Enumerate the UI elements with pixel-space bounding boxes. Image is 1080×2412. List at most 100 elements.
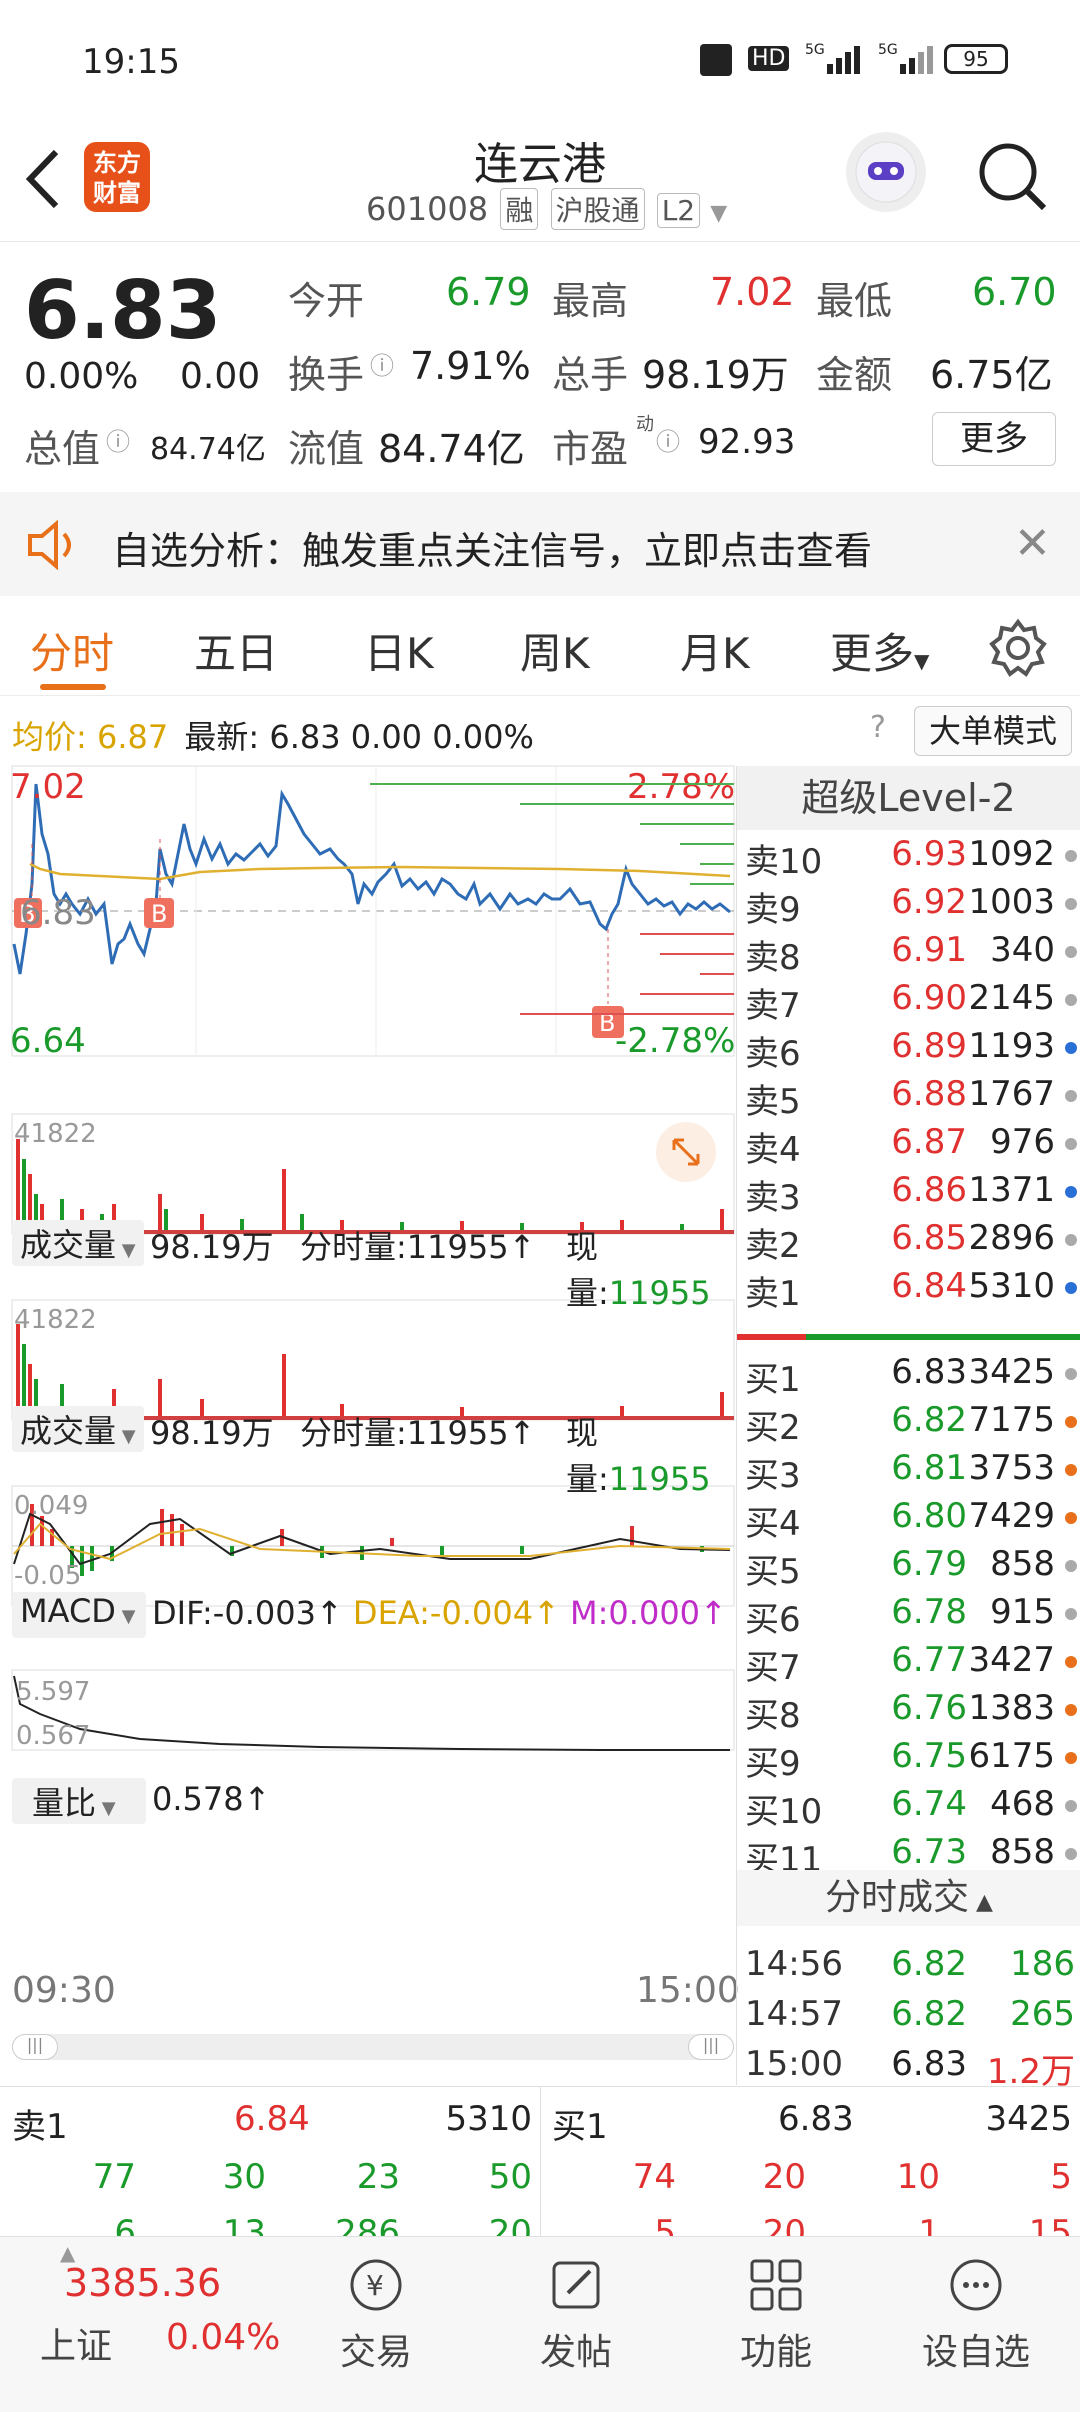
ob-dot-icon	[1065, 1042, 1077, 1054]
tab-intraday[interactable]: 分时	[30, 620, 114, 681]
ob-label: 卖6	[745, 1034, 801, 1074]
nfc-icon	[700, 44, 732, 76]
ob-volume: 1092	[968, 834, 1055, 874]
ob-label: 卖2	[745, 1226, 801, 1266]
ob-volume: 1767	[968, 1074, 1055, 1114]
info-icon[interactable]: ⓘ	[656, 422, 680, 457]
vol-select-2[interactable]: 成交量 ▼	[12, 1406, 144, 1452]
bt-cell: 5	[654, 2213, 676, 2237]
ob-volume: 7429	[968, 1496, 1055, 1536]
tab-more[interactable]: 更多▼	[830, 620, 929, 681]
bid-row[interactable]: 买2 6.82 7175	[737, 1400, 1080, 1448]
gear-icon[interactable]	[988, 618, 1048, 678]
more-button[interactable]: 更多	[932, 412, 1056, 466]
tab-weekly-k[interactable]: 周K	[520, 620, 590, 681]
bid-row[interactable]: 买9 6.75 6175	[737, 1736, 1080, 1784]
bid-row[interactable]: 买4 6.80 7429	[737, 1496, 1080, 1544]
ob-label: 买1	[745, 1360, 801, 1400]
tab-daily-k[interactable]: 日K	[364, 620, 434, 681]
ob-dot-icon	[1065, 898, 1077, 910]
scroll-handle-left[interactable]: |||	[12, 2034, 58, 2060]
xl-group-2: 现量:11955	[566, 1408, 736, 1500]
chevron-up-icon: ▲	[969, 1890, 993, 1915]
vol-frame	[11, 1113, 735, 1235]
info-icon[interactable]: ⓘ	[370, 346, 394, 381]
ob-volume: 6175	[968, 1736, 1055, 1776]
lb-top-label: 5.597	[16, 1677, 90, 1707]
battery-icon: 95	[944, 44, 1008, 74]
ask-row[interactable]: 卖1 6.84 5310	[737, 1266, 1080, 1314]
ob-label: 买4	[745, 1504, 801, 1544]
ask-row[interactable]: 卖9 6.92 1003	[737, 882, 1080, 930]
high-label: 最高	[552, 279, 629, 323]
macd-bars	[30, 1504, 704, 1576]
vol-select-1[interactable]: 成交量 ▼	[12, 1220, 144, 1266]
trades-header[interactable]: 分时成交 ▲	[737, 1870, 1080, 1926]
ob-volume: 2145	[968, 978, 1055, 1018]
ob-label: 卖9	[745, 890, 801, 930]
ask-row[interactable]: 卖8 6.91 340	[737, 930, 1080, 978]
ob-volume: 3427	[968, 1640, 1055, 1680]
ask-row[interactable]: 卖2 6.85 2896	[737, 1218, 1080, 1266]
help-icon[interactable]: ?	[870, 710, 886, 745]
bt-cell: 15	[1028, 2213, 1072, 2237]
bt-ask-label: 卖1	[12, 2107, 68, 2147]
ask-row[interactable]: 卖7 6.90 2145	[737, 978, 1080, 1026]
ob-volume: 858	[990, 1832, 1055, 1872]
info-icon[interactable]: ⓘ	[106, 422, 130, 457]
scroll-handle-right[interactable]: |||	[688, 2034, 734, 2060]
nav-add-watchlist[interactable]: 设自选	[906, 2253, 1046, 2375]
dea-value: DEA:-0.004	[352, 1594, 534, 1632]
ob-dot-icon	[1065, 1282, 1077, 1294]
arrow-up-icon: ↑	[315, 1594, 353, 1632]
b-marker-label: B	[151, 900, 167, 928]
ask-row[interactable]: 卖4 6.87 976	[737, 1122, 1080, 1170]
bid-row[interactable]: 买7 6.77 3427	[737, 1640, 1080, 1688]
index-name[interactable]: 上证	[40, 2317, 112, 2369]
ask-row[interactable]: 卖3 6.86 1371	[737, 1170, 1080, 1218]
bid-row[interactable]: 买5 6.79 858	[737, 1544, 1080, 1592]
search-icon[interactable]	[974, 138, 1050, 214]
bid-row[interactable]: 买8 6.76 1383	[737, 1688, 1080, 1736]
ob-dot-icon	[1065, 1186, 1077, 1198]
robot-avatar[interactable]	[846, 132, 926, 212]
trades-title: 分时成交	[825, 1877, 970, 1918]
lb-select[interactable]: 量比 ▼	[12, 1778, 146, 1824]
bt-cell: 74	[632, 2157, 676, 2197]
analysis-banner[interactable]: 自选分析：触发重点关注信号，立即点击查看 ✕	[0, 492, 1080, 596]
nav-trade[interactable]: ¥ 交易	[306, 2253, 446, 2375]
index-value[interactable]: 3385.36	[64, 2261, 221, 2305]
amount-label: 金额	[816, 353, 893, 397]
stock-code-row[interactable]: 601008 融 沪股通 L2 ▼	[366, 188, 727, 230]
ob-volume: 858	[990, 1544, 1055, 1584]
bid-row[interactable]: 买3 6.81 3753	[737, 1448, 1080, 1496]
level2-title[interactable]: 超级Level-2	[736, 766, 1080, 830]
pe-label: 市盈	[552, 427, 629, 471]
ob-label: 卖4	[745, 1130, 801, 1170]
ob-label: 买5	[745, 1552, 801, 1592]
nav-post[interactable]: 发帖	[506, 2253, 646, 2375]
bid-row[interactable]: 买6 6.78 915	[737, 1592, 1080, 1640]
ask-row[interactable]: 卖5 6.88 1767	[737, 1074, 1080, 1122]
fsl-group-2: 分时量:11955↑	[300, 1408, 535, 1454]
intraday-chart-panel[interactable]: 均价: 6.87 最新: 6.83 0.00 0.00% ? B B B 7.0…	[0, 696, 886, 2086]
big-order-mode-button[interactable]: 大单模式	[914, 706, 1072, 756]
ask-row[interactable]: 卖10 6.93 1092	[737, 834, 1080, 882]
ask-row[interactable]: 卖6 6.89 1193	[737, 1026, 1080, 1074]
vol-frame-2	[11, 1299, 735, 1421]
bid-row[interactable]: 买10 6.74 468	[737, 1784, 1080, 1832]
xl-label: 现量:	[566, 1228, 609, 1312]
macd-select-label: MACD	[20, 1592, 116, 1630]
chevron-down-icon: ▼	[116, 1240, 136, 1261]
nav-function[interactable]: 功能	[706, 2253, 846, 2375]
close-icon[interactable]: ✕	[1014, 518, 1051, 569]
time-scrollbar[interactable]: ||| |||	[12, 2034, 734, 2060]
macd-select[interactable]: MACD ▼	[12, 1592, 146, 1638]
tab-monthly-k[interactable]: 月K	[680, 620, 750, 681]
tag-hgt: 沪股通	[550, 188, 645, 230]
mktcap-label: 总值	[24, 427, 101, 471]
macd-top-label: 0.049	[14, 1491, 88, 1521]
tab-5day[interactable]: 五日	[194, 620, 278, 681]
status-bar: 19:15 HD 5G 5G 95	[0, 0, 1080, 120]
bid-row[interactable]: 买1 6.83 3425	[737, 1352, 1080, 1400]
